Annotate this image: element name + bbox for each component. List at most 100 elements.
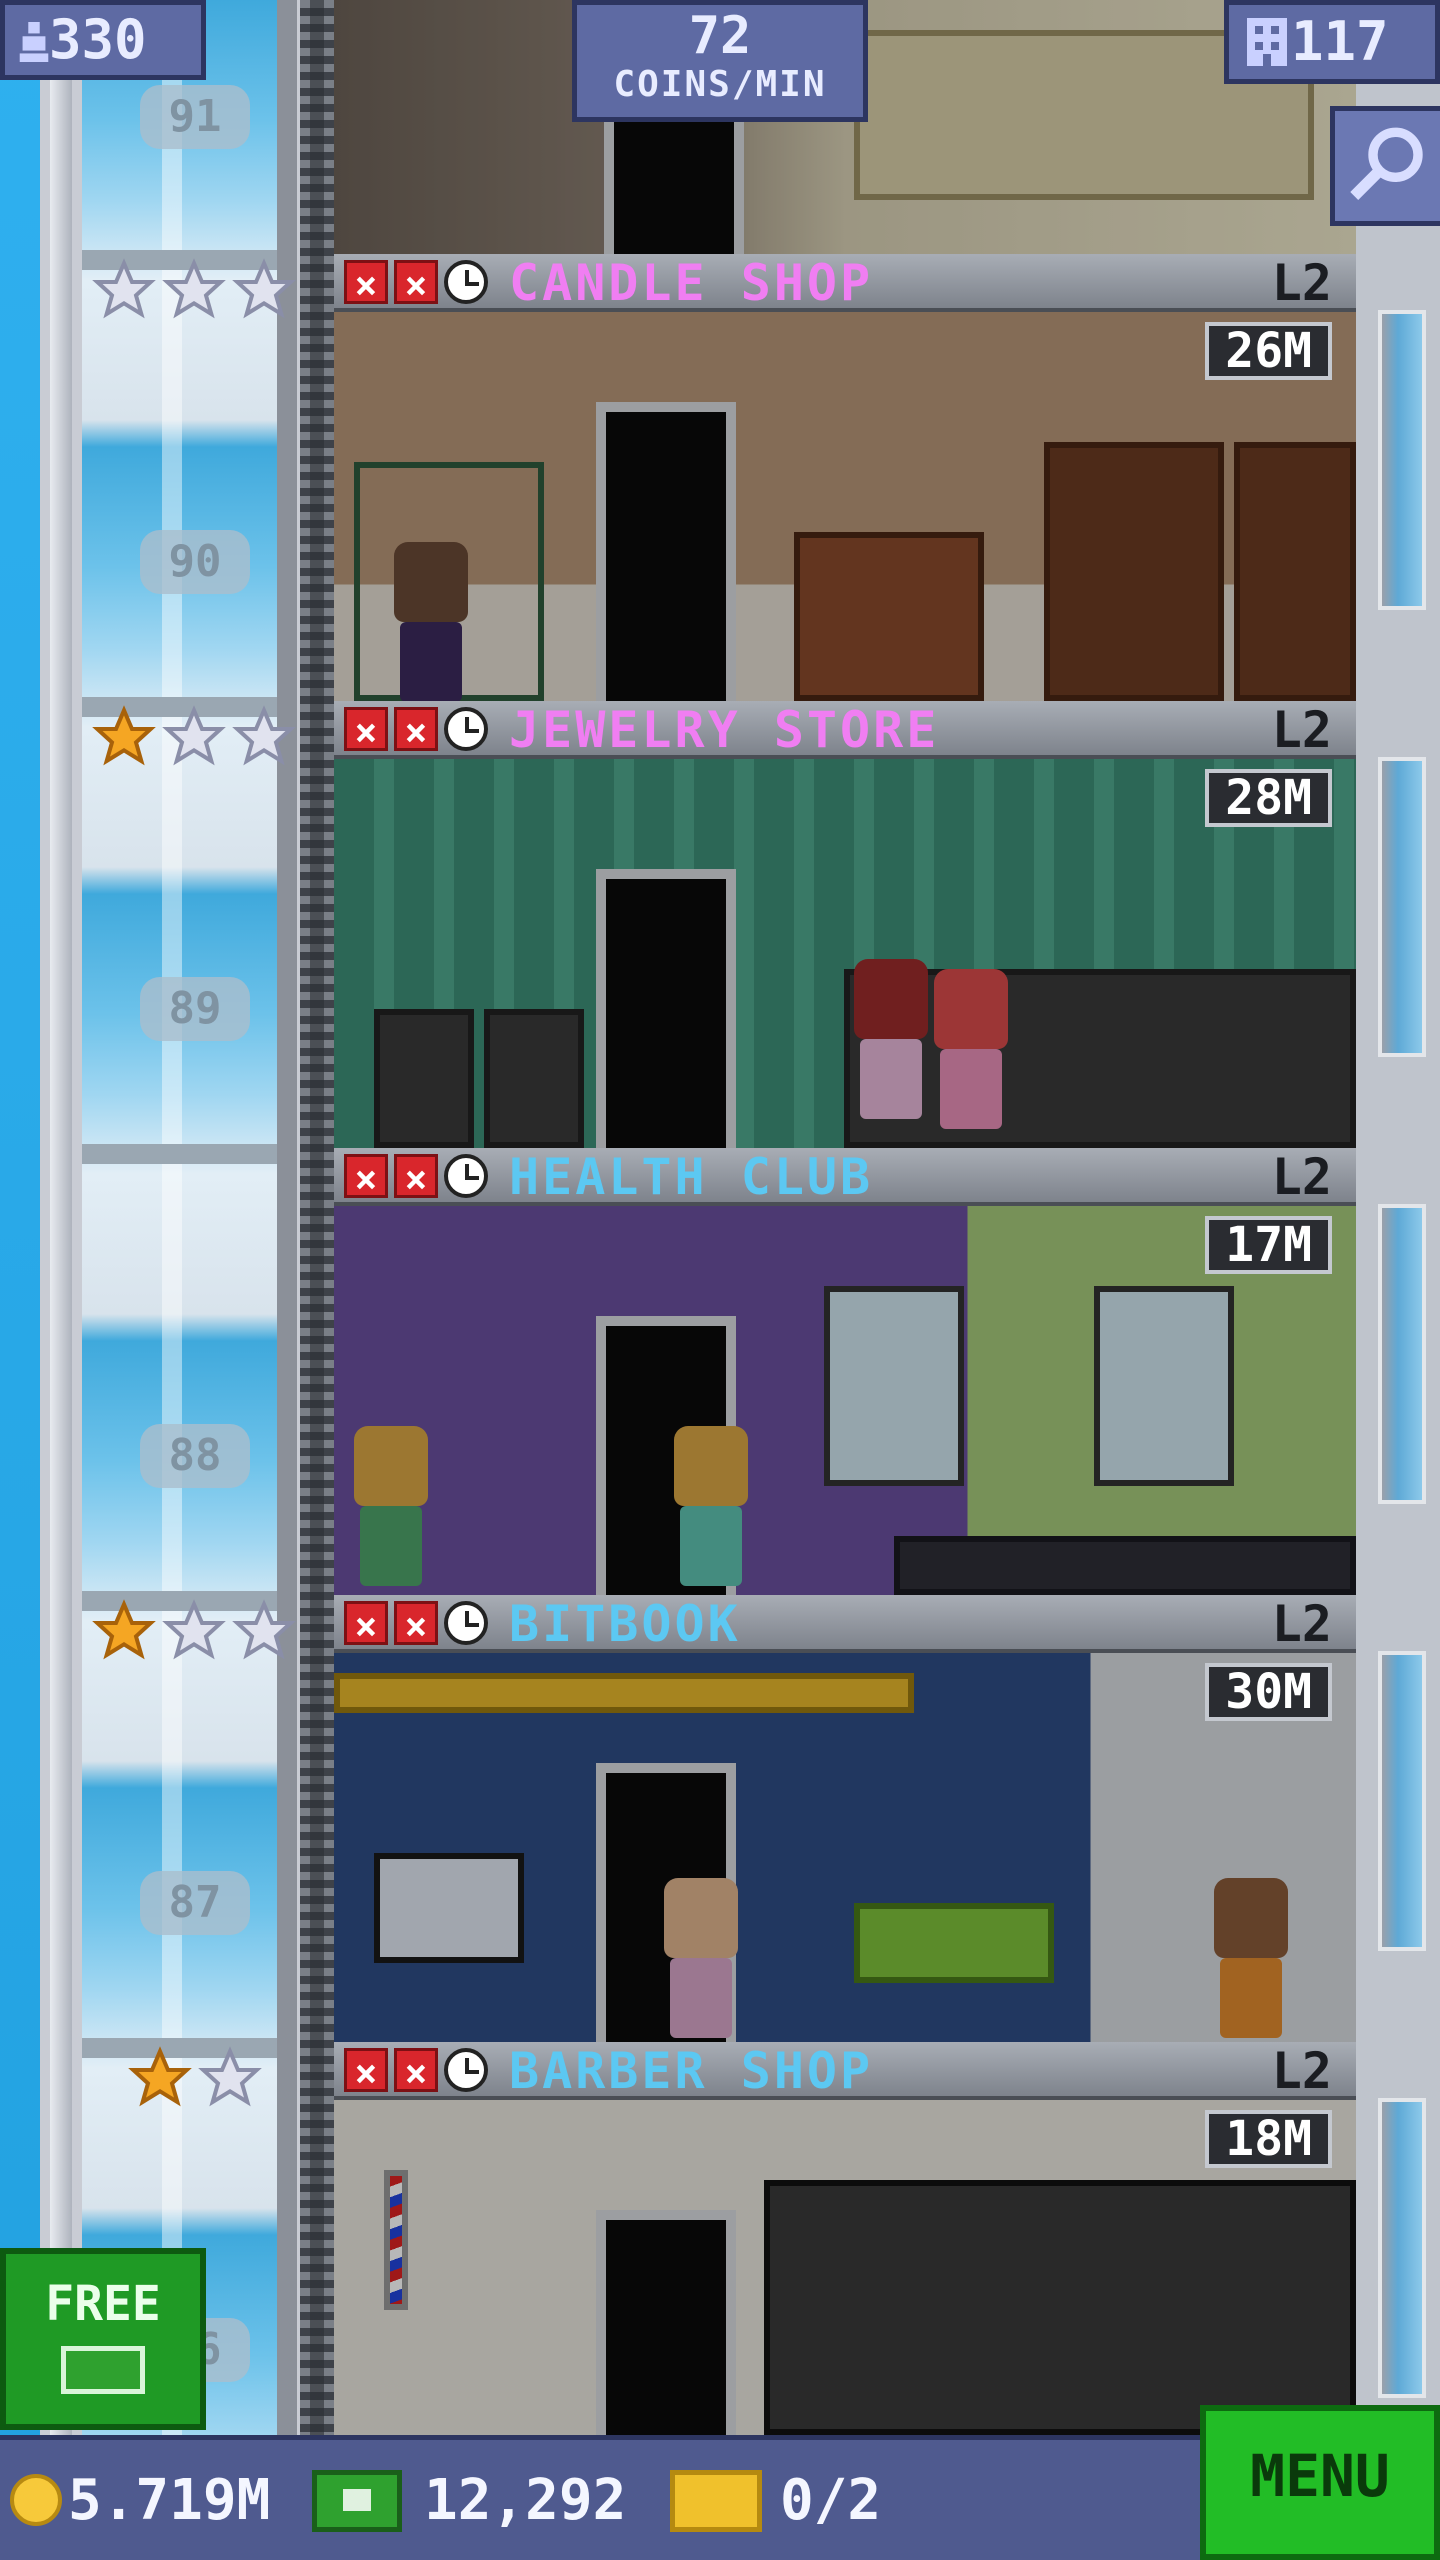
star-empty-icon (162, 1599, 226, 1660)
candle-shelf (1234, 442, 1356, 701)
person[interactable] (394, 542, 468, 701)
elevator-shaft (82, 0, 277, 2560)
person[interactable] (1214, 1878, 1288, 2038)
ticket-icon (670, 2470, 762, 2532)
person[interactable] (674, 1426, 748, 1586)
computer-screen (374, 1853, 524, 1963)
clock-icon (444, 1154, 488, 1198)
floor-name: BITBOOK (509, 1595, 741, 1653)
floor-header: × × HEALTH CLUB L2 (334, 1148, 1356, 1206)
floor-level: L2 (1271, 1148, 1332, 1206)
floor-number: 87 (140, 1871, 250, 1935)
display-stand (484, 1009, 584, 1148)
coins-per-minute[interactable]: 72 COINS/MIN (572, 0, 868, 122)
x-icon: × (344, 1601, 388, 1648)
timer-badge: 18M (1205, 2110, 1332, 2168)
population-counter[interactable]: 330 (0, 0, 206, 80)
star-empty-icon (232, 705, 296, 766)
clock-icon (444, 1601, 488, 1645)
floor-number: 88 (140, 1424, 250, 1488)
clock-icon (444, 2048, 488, 2092)
star-empty-icon (162, 258, 226, 319)
door (604, 110, 744, 254)
floor-stars-candle-shop (92, 258, 296, 322)
x-icon: × (344, 707, 388, 754)
person[interactable] (854, 959, 928, 1119)
floor-header: × × CANDLE SHOP L2 (334, 254, 1356, 312)
door (596, 869, 736, 1148)
bux-icon (312, 2470, 402, 2532)
star-filled-icon (92, 705, 156, 766)
building-icon (1247, 11, 1287, 66)
status-icons: × × (344, 260, 488, 307)
status-icons: × × (344, 2048, 488, 2095)
treadmills (894, 1536, 1356, 1595)
green-sofa (854, 1903, 1054, 1983)
exterior-window (1378, 310, 1426, 610)
door (596, 402, 736, 701)
x-icon: × (344, 260, 388, 307)
barber-stations (764, 2180, 1356, 2435)
x-icon: × (394, 1154, 438, 1201)
window (824, 1286, 964, 1486)
floor-bitbook[interactable]: × × BITBOOK L2 30M (334, 1595, 1356, 2042)
floor-stars-bitbook (92, 1599, 296, 1663)
x-icon: × (394, 260, 438, 307)
candle-shelf (1044, 442, 1224, 701)
bux-balance: 12,292 (424, 2468, 627, 2533)
star-filled-icon (92, 1599, 156, 1660)
floor-count[interactable]: 117 (1224, 0, 1440, 84)
floor-health-club[interactable]: × × HEALTH CLUB L2 17M (334, 1148, 1356, 1595)
floor-name: CANDLE SHOP (509, 254, 874, 312)
tickets-balance: 0/2 (780, 2468, 882, 2533)
star-empty-icon (92, 258, 156, 319)
floor-level: L2 (1271, 254, 1332, 312)
coins-rate-unit: COINS/MIN (613, 64, 827, 105)
coin-icon (10, 2474, 62, 2526)
room-background (334, 2100, 1356, 2435)
free-label: FREE (45, 2276, 161, 2332)
floor-jewelry-store[interactable]: × × JEWELRY STORE L2 28M (334, 701, 1356, 1148)
person[interactable] (354, 1426, 428, 1586)
timer-badge: 30M (1205, 1663, 1332, 1721)
elevator-rail (277, 0, 297, 2560)
floor-count-value: 117 (1291, 10, 1389, 73)
timer-badge: 17M (1205, 1216, 1332, 1274)
person[interactable] (934, 969, 1008, 1129)
floor-header: × × BITBOOK L2 (334, 1595, 1356, 1653)
x-icon: × (344, 1154, 388, 1201)
floor-level: L2 (1271, 1595, 1332, 1653)
star-empty-icon (232, 258, 296, 319)
floor-barber-shop[interactable]: × × BARBER SHOP L2 18M (334, 2042, 1356, 2435)
room-background (334, 312, 1356, 701)
floor-name: BARBER SHOP (509, 2042, 874, 2100)
floor-number: 90 (140, 530, 250, 594)
floor-header: × × JEWELRY STORE L2 (334, 701, 1356, 759)
x-icon: × (394, 707, 438, 754)
window (1094, 1286, 1234, 1486)
bux-icon (61, 2346, 145, 2394)
star-empty-icon (162, 705, 226, 766)
floor-stars-jewelry-store (92, 705, 296, 769)
search-button[interactable] (1330, 106, 1440, 226)
person-icon (19, 9, 49, 62)
floor-name: HEALTH CLUB (509, 1148, 874, 1206)
elevator-cable (300, 0, 334, 2560)
floor-candle-shop[interactable]: × × CANDLE SHOP L2 26M (334, 254, 1356, 701)
person[interactable] (664, 1878, 738, 2038)
door (596, 2210, 736, 2435)
free-bux-button[interactable]: FREE (0, 2248, 206, 2430)
room-background (334, 1653, 1356, 2042)
display-stand (374, 1009, 474, 1148)
candle-table (794, 532, 984, 701)
coins-balance: 5.719M (68, 2468, 271, 2533)
menu-button[interactable]: MENU (1200, 2405, 1440, 2560)
x-icon: × (344, 2048, 388, 2095)
ceiling-pipe (334, 1673, 914, 1713)
x-icon: × (394, 1601, 438, 1648)
floor-number: 91 (140, 85, 250, 149)
star-filled-icon (128, 2046, 192, 2107)
x-icon: × (394, 2048, 438, 2095)
magnifier-icon (1350, 127, 1423, 200)
timer-badge: 28M (1205, 769, 1332, 827)
